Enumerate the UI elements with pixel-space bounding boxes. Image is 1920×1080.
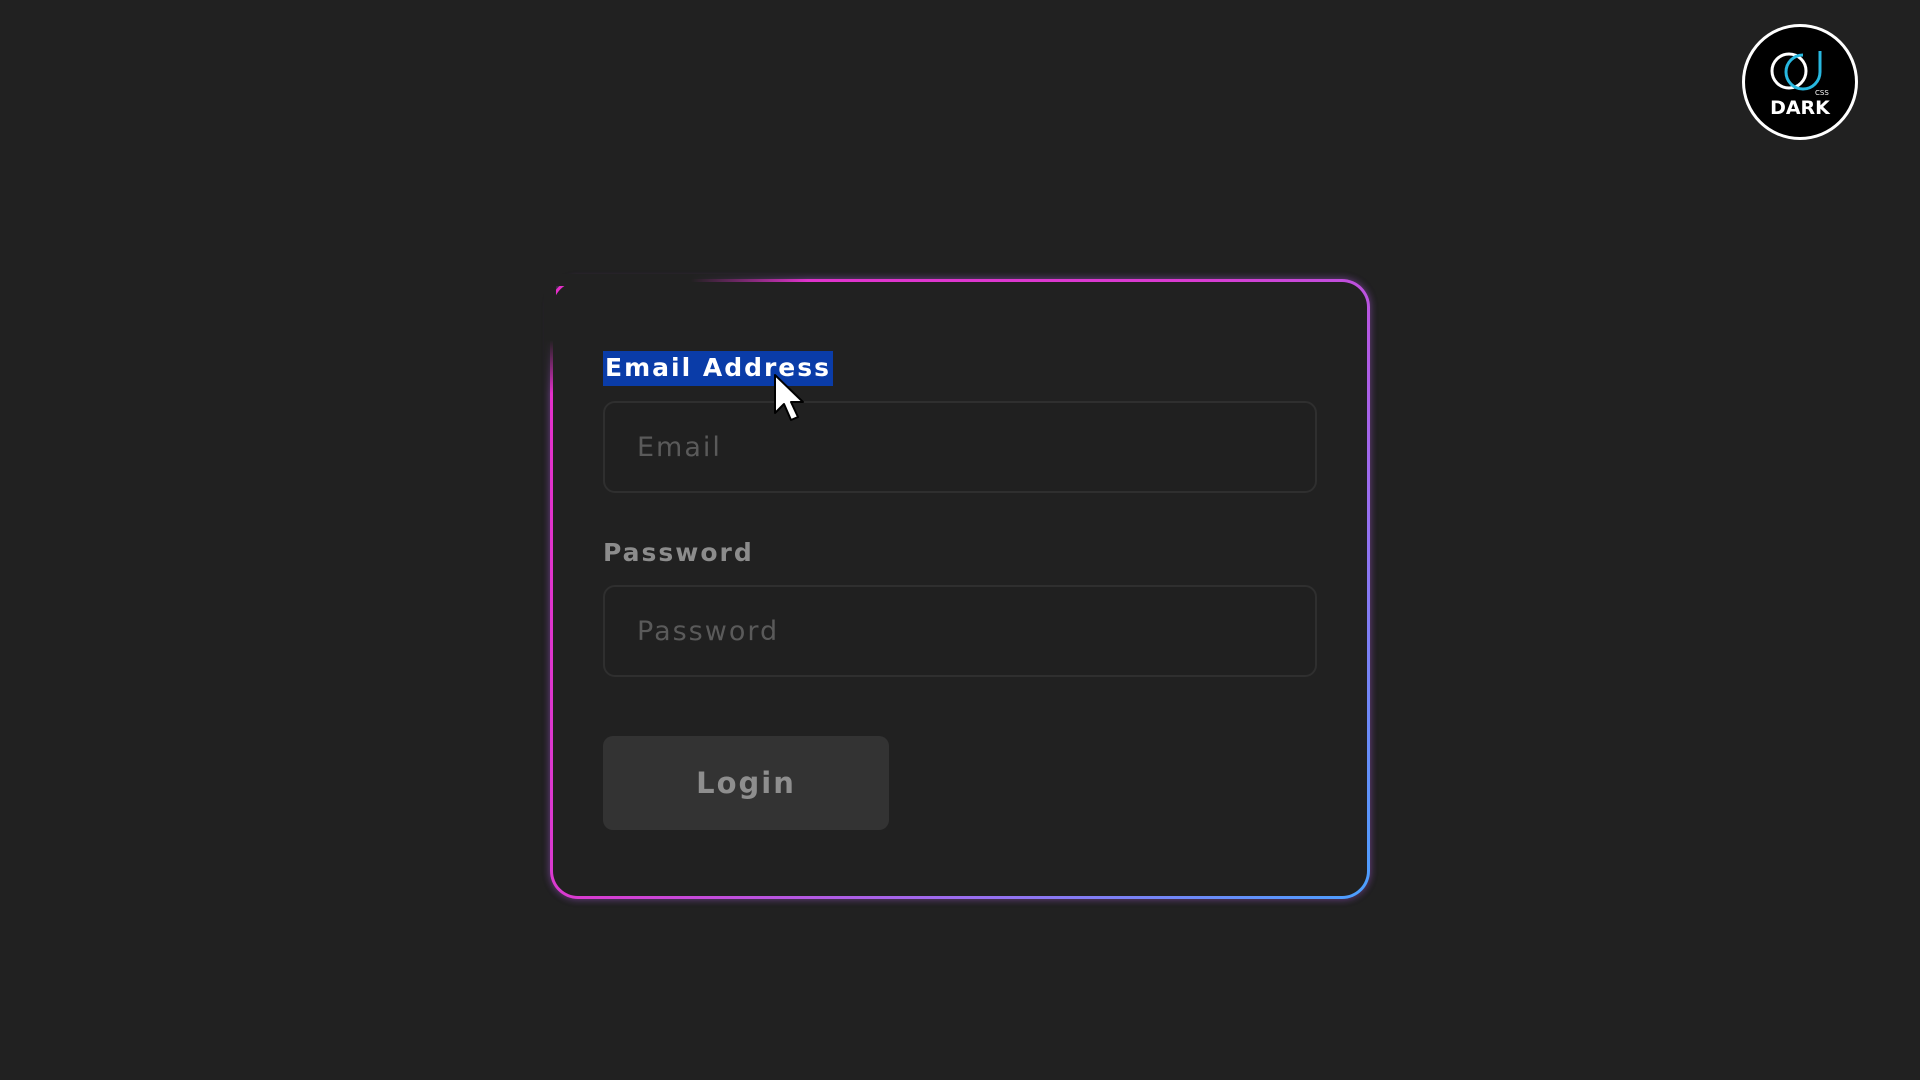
card-border-fade-left (544, 274, 556, 394)
page: CSS DARK Email Address Password Login (0, 0, 1920, 1080)
logo-badge: CSS DARK (1745, 27, 1855, 137)
mouse-cursor-icon (774, 374, 804, 421)
login-button[interactable]: Login (603, 736, 889, 830)
logo-text: DARK (1770, 97, 1831, 119)
password-input[interactable] (603, 585, 1317, 677)
svg-text:CSS: CSS (1815, 89, 1829, 97)
card-border-fade-top (548, 274, 808, 286)
css-dark-logo-icon: CSS DARK (1770, 51, 1831, 119)
email-input[interactable] (603, 401, 1317, 493)
password-label: Password (603, 538, 754, 567)
